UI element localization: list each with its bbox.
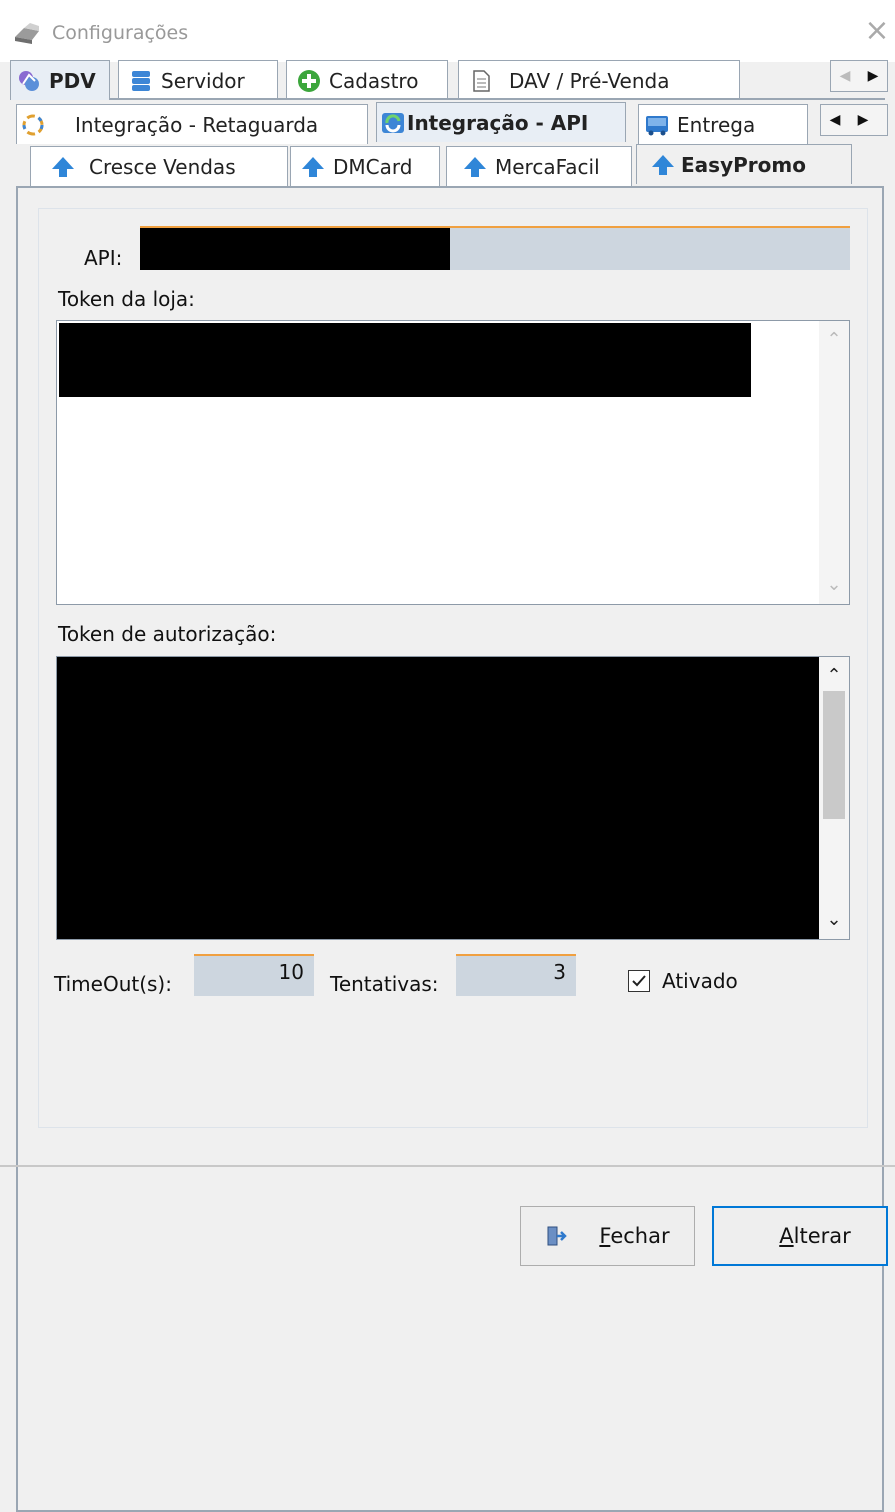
database-icon <box>132 70 150 91</box>
title-bar: Configurações × <box>0 0 895 62</box>
document-icon <box>473 69 490 92</box>
fechar-label: Fechar <box>599 1224 670 1248</box>
alterar-label: Alterar <box>779 1224 851 1248</box>
tab-label: MercaFacil <box>495 154 600 179</box>
scroll-right-icon[interactable]: ▶ <box>849 105 877 135</box>
tab-label: PDV <box>49 68 96 93</box>
scroll-down-icon[interactable]: ⌄ <box>819 905 849 935</box>
tab-mercafacil[interactable]: MercaFacil <box>446 146 632 186</box>
footer-divider <box>0 1165 895 1167</box>
tentativas-label: Tentativas: <box>330 972 439 996</box>
exit-door-icon <box>547 1226 568 1246</box>
check-icon <box>632 975 646 987</box>
scroll-left-icon[interactable]: ◀ <box>821 105 849 135</box>
tab-easypromo[interactable]: EasyPromo <box>636 144 852 184</box>
tab-dav-pre-venda[interactable]: DAV / Pré-Venda <box>458 60 740 100</box>
tab-cresce-vendas[interactable]: Cresce Vendas <box>30 146 288 186</box>
tab-label: Integração - Retaguarda <box>75 112 319 137</box>
tab-label: Cadastro <box>329 68 419 93</box>
arrow-up-icon <box>652 154 674 175</box>
plus-circle-icon <box>298 69 320 92</box>
timeout-input[interactable]: 10 <box>194 954 314 996</box>
token-loja-textarea[interactable]: ⌃ ⌄ <box>56 320 850 605</box>
token-autorizacao-label: Token de autorização: <box>58 622 277 646</box>
scroll-down-icon[interactable]: ⌄ <box>819 570 849 600</box>
tab-label: DMCard <box>333 154 413 179</box>
tab-integracao-api[interactable]: Integração - API <box>376 102 626 142</box>
alterar-button[interactable]: Alterar <box>712 1206 888 1266</box>
delivery-icon <box>646 115 668 135</box>
tab-entrega[interactable]: Entrega <box>638 104 808 144</box>
api-input[interactable] <box>140 226 850 270</box>
close-icon[interactable]: × <box>862 16 892 46</box>
scroll-up-icon[interactable]: ⌃ <box>819 661 849 691</box>
token-loja-label: Token da loja: <box>58 287 195 311</box>
pdv-icon <box>19 70 39 91</box>
timeout-label: TimeOut(s): <box>54 972 172 996</box>
tab-scroll-row1[interactable]: ◀ ▶ <box>830 60 888 92</box>
api-label: API: <box>84 246 123 270</box>
sync-icon <box>22 114 44 135</box>
tab-label: Cresce Vendas <box>89 154 236 179</box>
scroll-thumb[interactable] <box>823 691 845 819</box>
tab-integracao-retaguarda[interactable]: Integração - Retaguarda <box>16 104 368 144</box>
tab-label: Entrega <box>677 112 756 137</box>
tab-servidor[interactable]: Servidor <box>118 60 278 100</box>
window-title: Configurações <box>52 22 189 44</box>
tab-scroll-row2[interactable]: ◀ ▶ <box>820 104 888 136</box>
token-autorizacao-textarea[interactable]: ⌃ ⌄ <box>56 656 850 940</box>
redacted-value <box>57 657 819 939</box>
tab-label: DAV / Pré-Venda <box>509 68 670 93</box>
tab-cadastro[interactable]: Cadastro <box>286 60 448 100</box>
tab-pdv[interactable]: PDV <box>10 60 110 100</box>
tab-strip-divider <box>10 98 885 100</box>
fechar-button[interactable]: Fechar <box>520 1206 695 1266</box>
token-loja-scrollbar[interactable]: ⌃ ⌄ <box>819 321 849 604</box>
arrow-up-icon <box>52 156 74 177</box>
arrow-up-icon <box>302 156 324 177</box>
api-icon <box>382 112 404 133</box>
tab-label: EasyPromo <box>681 152 806 177</box>
tab-dmcard[interactable]: DMCard <box>290 146 440 186</box>
scroll-up-icon[interactable]: ⌃ <box>819 325 849 355</box>
tab-label: Integração - API <box>407 110 589 135</box>
printer-icon <box>15 23 39 44</box>
redacted-value <box>140 228 450 270</box>
ativado-label: Ativado <box>662 969 738 993</box>
ativado-checkbox[interactable] <box>628 970 650 992</box>
scroll-left-icon[interactable]: ◀ <box>831 61 859 91</box>
redacted-value <box>59 323 751 397</box>
arrow-up-icon <box>464 156 486 177</box>
scroll-right-icon[interactable]: ▶ <box>859 61 887 91</box>
tentativas-input[interactable]: 3 <box>456 954 576 996</box>
tab-label: Servidor <box>161 68 245 93</box>
token-autorizacao-scrollbar[interactable]: ⌃ ⌄ <box>819 657 849 939</box>
